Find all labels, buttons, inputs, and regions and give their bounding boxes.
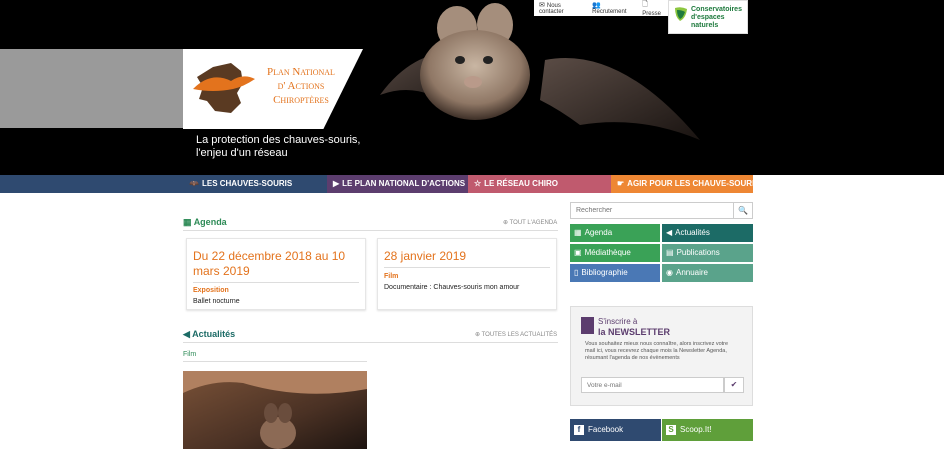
site-logo[interactable]: Plan National d' Actions Chiroptères bbox=[183, 49, 363, 129]
newsletter-icon bbox=[581, 317, 594, 334]
newsletter-title: S'inscrire à la NEWSLETTER bbox=[598, 317, 671, 337]
card-type: Film bbox=[384, 273, 399, 280]
header-tagline: La protection des chauves-souris, l'enje… bbox=[196, 134, 361, 159]
scoopit-button[interactable]: S Scoop.It! bbox=[662, 419, 753, 441]
plus-circle-icon: ⊕ bbox=[475, 332, 481, 338]
tile-publications[interactable]: ▤ Publications bbox=[662, 244, 753, 262]
newsletter-submit-button[interactable]: ✔ bbox=[724, 377, 744, 393]
leaf-icon bbox=[675, 7, 687, 21]
document-icon: 🗋 bbox=[642, 0, 648, 8]
newsletter-box: S'inscrire à la NEWSLETTER Vous souhaite… bbox=[570, 306, 753, 406]
partner-logo-text: Conservatoires d'espaces naturels bbox=[691, 6, 742, 29]
tile-mediatheque[interactable]: ▣ Médiathèque bbox=[570, 244, 660, 262]
agenda-divider bbox=[183, 230, 558, 231]
card-type: Exposition bbox=[193, 287, 229, 294]
image-icon: ▣ bbox=[574, 248, 582, 257]
agenda-card[interactable]: 28 janvier 2019 Film Documentaire : Chau… bbox=[377, 238, 557, 310]
contact-link[interactable]: ✉ Nous contacter bbox=[539, 1, 586, 15]
user-icon: ◉ bbox=[666, 268, 673, 277]
search-icon: 🔍 bbox=[738, 206, 748, 215]
nav-left-band bbox=[0, 175, 183, 193]
check-icon: ✔ bbox=[730, 380, 738, 389]
nav-item-agir[interactable]: ☛ AGIR POUR LES CHAUVE-SOURIS bbox=[611, 175, 760, 193]
users-icon: 👥 bbox=[592, 2, 601, 9]
bat-icon: 🦇 bbox=[189, 179, 199, 188]
card-desc: Documentaire : Chauves-souris mon amour bbox=[384, 284, 520, 291]
plus-circle-icon: ⊕ bbox=[503, 220, 509, 226]
nav-item-chauves-souris[interactable]: 🦇 LES CHAUVES-SOURIS bbox=[183, 175, 327, 193]
calendar-icon: ▦ bbox=[574, 228, 582, 237]
newsletter-text: Vous souhaitez mieux nous connaître, alo… bbox=[585, 341, 729, 361]
news-photo[interactable] bbox=[183, 371, 367, 449]
news-category: Film bbox=[183, 351, 197, 358]
newsletter-email-input[interactable] bbox=[581, 377, 724, 393]
news-card-divider bbox=[183, 361, 367, 362]
envelope-icon: ✉ bbox=[539, 2, 545, 9]
facebook-button[interactable]: f Facebook bbox=[570, 419, 661, 441]
partner-logo[interactable]: Conservatoires d'espaces naturels bbox=[668, 0, 748, 34]
card-date: 28 janvier 2019 bbox=[384, 249, 467, 263]
all-agenda-link[interactable]: ⊕ TOUT L'AGENDA bbox=[503, 219, 557, 226]
tile-actualites[interactable]: ◀ Actualités bbox=[662, 224, 753, 242]
search-box: 🔍 bbox=[570, 202, 753, 219]
tile-annuaire[interactable]: ◉ Annuaire bbox=[662, 264, 753, 282]
agenda-card[interactable]: Du 22 décembre 2018 au 10 mars 2019 Expo… bbox=[186, 238, 366, 310]
calendar-icon: ▦ bbox=[183, 217, 192, 227]
star-icon: ☆ bbox=[474, 179, 482, 188]
card-separator bbox=[193, 282, 359, 283]
search-button[interactable]: 🔍 bbox=[733, 203, 752, 218]
megaphone-icon: ◀ bbox=[183, 329, 190, 339]
scoopit-icon: S bbox=[666, 424, 676, 435]
card-date: Du 22 décembre 2018 au 10 mars 2019 bbox=[193, 249, 346, 278]
tile-agenda[interactable]: ▦ Agenda bbox=[570, 224, 660, 242]
site-header: Plan National d' Actions Chiroptères La … bbox=[0, 0, 944, 175]
top-links: ✉ Nous contacter 👥Recrutement 🗋Presse bbox=[534, 0, 668, 17]
agenda-title[interactable]: ▦ Agenda bbox=[183, 217, 227, 228]
megaphone-icon: ◀ bbox=[666, 228, 673, 237]
bat-photo bbox=[380, 3, 700, 140]
file-icon: ▯ bbox=[574, 268, 579, 277]
book-icon: ▤ bbox=[666, 248, 674, 257]
nav-item-plan-national[interactable]: ▶ LE PLAN NATIONAL D'ACTIONS bbox=[327, 175, 468, 193]
nav-item-reseau-chiro[interactable]: ☆ LE RÉSEAU CHIRO bbox=[468, 175, 611, 193]
header-band bbox=[0, 49, 185, 128]
card-desc: Ballet nocturne bbox=[193, 298, 240, 305]
france-map-icon bbox=[193, 63, 255, 113]
bookmark-icon: ▶ bbox=[333, 179, 340, 188]
press-link[interactable]: 🗋Presse bbox=[642, 0, 668, 17]
hand-icon: ☛ bbox=[617, 179, 625, 188]
search-input[interactable] bbox=[571, 203, 733, 218]
logo-title: Plan National d' Actions Chiroptères bbox=[267, 66, 335, 106]
news-title[interactable]: ◀ Actualités bbox=[183, 329, 235, 340]
card-separator bbox=[384, 267, 550, 268]
news-divider bbox=[183, 342, 558, 343]
all-news-link[interactable]: ⊕ TOUTES LES ACTUALITÉS bbox=[475, 331, 557, 338]
facebook-icon: f bbox=[574, 424, 584, 435]
recruitment-link[interactable]: 👥Recrutement bbox=[592, 1, 636, 15]
main-nav: 🦇 LES CHAUVES-SOURIS ▶ LE PLAN NATIONAL D'… bbox=[0, 175, 944, 193]
tile-bibliographie[interactable]: ▯ Bibliographie bbox=[570, 264, 660, 282]
